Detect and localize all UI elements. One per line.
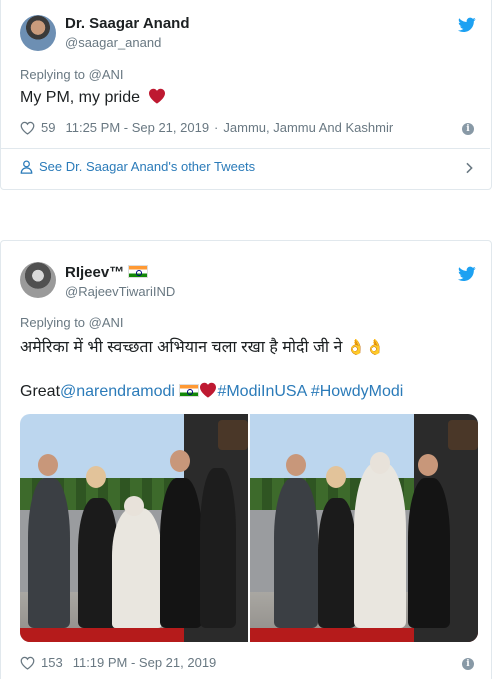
tweet-meta: 153 11:19 PM - Sep 21, 2019 [20,655,216,670]
hashtag-link[interactable]: #HowdyModi [311,383,403,400]
like-count[interactable]: 59 [41,120,55,135]
divider [0,148,490,149]
tweet-location[interactable]: Jammu, Jammu And Kashmir [223,120,393,135]
tweet-text-line2: Great@narendramodi #ModiInUSA #HowdyModi [20,382,403,401]
heart-outline-icon[interactable] [20,656,35,670]
author-name-text[interactable]: RΙjeev™ [65,264,124,281]
heart-emoji-icon [200,382,217,398]
heart-outline-icon[interactable] [20,121,35,135]
media-photo-1[interactable] [20,414,248,642]
replying-to[interactable]: Replying to @ANI [20,67,124,82]
replying-to[interactable]: Replying to @ANI [20,315,124,330]
meta-separator: · [214,120,219,135]
twitter-bird-icon[interactable] [458,266,476,282]
author-handle[interactable]: @saagar_anand [65,35,161,50]
tweet-timestamp[interactable]: 11:25 PM - Sep 21, 2019 [65,120,209,135]
info-icon[interactable]: i [462,123,474,135]
ok-hand-emoji-icon: 👌👌 [346,339,385,356]
avatar[interactable] [20,15,56,51]
author-name[interactable]: Dr. Saagar Anand [65,15,189,32]
person-icon [20,160,33,174]
author-name[interactable]: RΙjeev™ [65,264,149,281]
hashtag-link[interactable]: #ModiInUSA [217,383,306,400]
see-other-tweets-link[interactable]: See Dr. Saagar Anand's other Tweets [20,159,255,174]
tweet-text-body: My PM, my pride [20,89,141,106]
india-flag-icon [128,265,149,278]
tweet-meta: 59 11:25 PM - Sep 21, 2019 · Jammu, Jamm… [20,120,393,135]
tweet-text-line1: अमेरिका में भी स्वच्छता अभियान चला रखा ह… [20,335,384,357]
twitter-bird-icon[interactable] [458,17,476,33]
avatar[interactable] [20,262,56,298]
tweet-text-hindi: अमेरिका में भी स्वच्छता अभियान चला रखा ह… [20,339,343,356]
author-handle[interactable]: @RajeevTiwariIND [65,284,175,299]
tweet-text-prefix: Great [20,383,61,400]
heart-emoji-icon [149,88,166,104]
tweet-timestamp[interactable]: 11:19 PM - Sep 21, 2019 [73,655,217,670]
mention-link[interactable]: @narendramodi [60,383,175,400]
chevron-right-icon[interactable] [465,162,474,174]
india-flag-icon [179,384,200,397]
like-count[interactable]: 153 [41,655,63,670]
see-other-tweets-label[interactable]: See Dr. Saagar Anand's other Tweets [39,159,255,174]
media-gallery[interactable] [20,414,478,642]
tweet-text: My PM, my pride [20,88,166,107]
info-icon[interactable]: i [462,658,474,670]
media-photo-2[interactable] [250,414,478,642]
